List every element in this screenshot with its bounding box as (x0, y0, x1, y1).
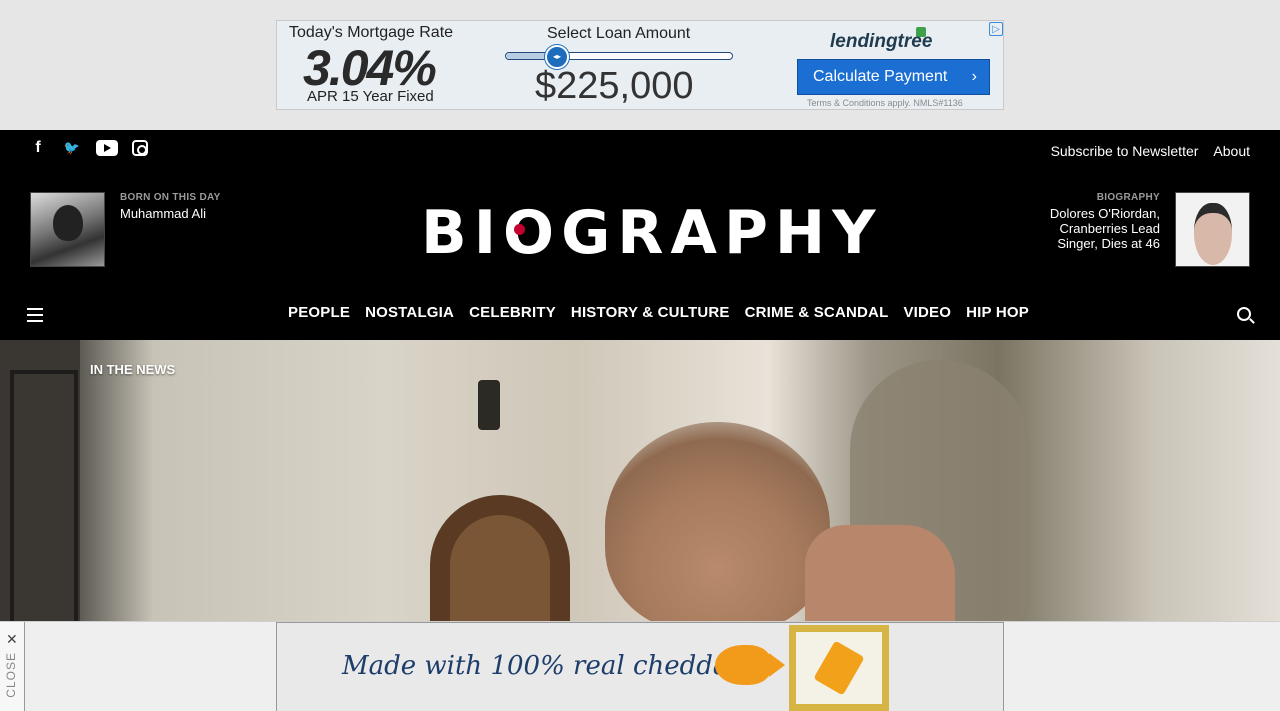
nav-item-nostalgia[interactable]: NOSTALGIA (365, 304, 454, 321)
top-ad-strip: Today's Mortgage Rate 3.04% APR 15 Year … (0, 0, 1280, 130)
calculate-payment-button[interactable]: Calculate Payment › (797, 59, 990, 95)
about-link[interactable]: About (1213, 143, 1250, 159)
calculate-payment-label: Calculate Payment (813, 68, 948, 85)
mortgage-ad[interactable]: Today's Mortgage Rate 3.04% APR 15 Year … (276, 20, 1004, 110)
lendingtree-logo: lendingtree (830, 31, 933, 52)
facebook-icon[interactable]: f (28, 138, 48, 158)
born-on-this-day-thumbnail[interactable] (30, 192, 105, 267)
hero-window (0, 340, 80, 621)
ad-loan-title: Select Loan Amount (547, 25, 691, 42)
nav-item-hip-hop[interactable]: HIP HOP (966, 304, 1029, 321)
goldfish-ad-text: Made with 100% real cheddar (342, 651, 741, 681)
bottom-ad-strip: ✕ CLOSE Made with 100% real cheddar (0, 621, 1280, 711)
logo-trademark: TM (851, 248, 859, 254)
born-on-this-day-name[interactable]: Muhammad Ali (120, 206, 206, 221)
nav-item-crime-scandal[interactable]: CRIME & SCANDAL (745, 304, 889, 321)
goldfish-cracker-image (715, 645, 785, 685)
featured-story-kicker: BIOGRAPHY (1096, 192, 1160, 203)
loan-amount-slider[interactable] (505, 52, 733, 60)
instagram-icon[interactable] (132, 140, 148, 156)
featured-story-title[interactable]: Dolores O'Riordan, Cranberries Lead Sing… (1040, 206, 1160, 251)
main-nav: PEOPLE NOSTALGIA CELEBRITY HISTORY & CUL… (288, 304, 1029, 321)
nav-item-video[interactable]: VIDEO (903, 304, 951, 321)
hero-image[interactable]: IN THE NEWS (0, 340, 1280, 621)
search-icon[interactable] (1237, 307, 1251, 321)
top-links: Subscribe to Newsletter About (1051, 143, 1250, 159)
ad-loan-value: $225,000 (535, 65, 694, 107)
in-the-news-tag[interactable]: IN THE NEWS (90, 362, 175, 377)
logo-red-dot (514, 224, 525, 235)
cheese-frame-image (789, 625, 889, 711)
hero-doorway (430, 495, 570, 621)
site-logo[interactable]: BIOGRAPHY (421, 198, 883, 268)
nav-item-people[interactable]: PEOPLE (288, 304, 350, 321)
close-label: CLOSE (4, 652, 18, 698)
nav-item-history-culture[interactable]: HISTORY & CULTURE (571, 304, 730, 321)
youtube-icon[interactable] (96, 140, 118, 156)
hamburger-menu-icon[interactable] (27, 308, 43, 322)
featured-story-thumbnail[interactable] (1175, 192, 1250, 267)
nav-item-celebrity[interactable]: CELEBRITY (469, 304, 556, 321)
ad-rate-subtitle: APR 15 Year Fixed (307, 88, 434, 105)
site-header: f 🐦 Subscribe to Newsletter About BORN O… (0, 130, 1280, 340)
adchoices-icon[interactable]: ▷ (989, 22, 1003, 36)
goldfish-ad[interactable]: Made with 100% real cheddar (276, 622, 1004, 711)
hero-hand (805, 525, 955, 621)
close-icon: ✕ (6, 631, 18, 647)
hero-person (605, 422, 830, 621)
chevron-right-icon: › (971, 68, 977, 85)
social-links: f 🐦 (28, 138, 148, 158)
ad-terms[interactable]: Terms & Conditions apply. NMLS#1136 (807, 98, 963, 108)
twitter-icon[interactable]: 🐦 (62, 138, 82, 158)
close-ad-button[interactable]: ✕ CLOSE (0, 622, 25, 711)
born-on-this-day-kicker: BORN ON THIS DAY (120, 192, 221, 203)
hero-lamp (478, 380, 500, 430)
subscribe-newsletter-link[interactable]: Subscribe to Newsletter (1051, 143, 1199, 159)
